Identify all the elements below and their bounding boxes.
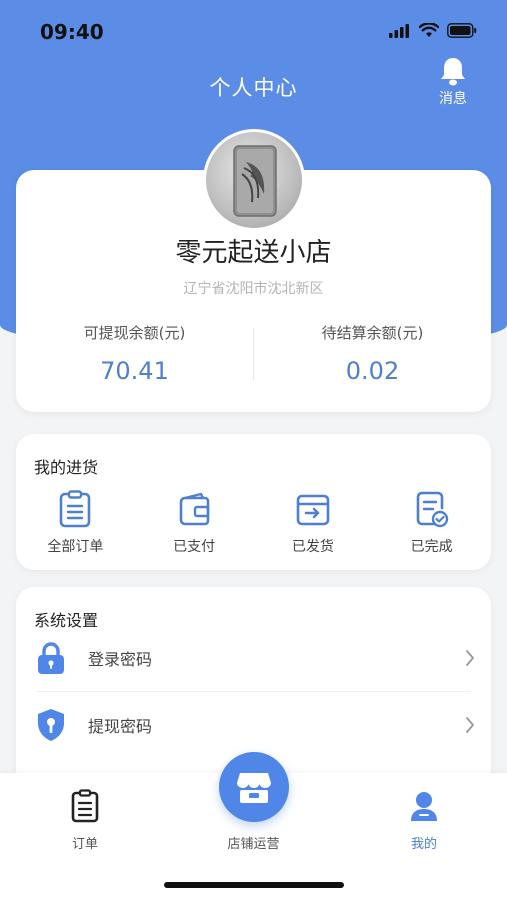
page-title: 个人中心 [209, 76, 298, 100]
avatar[interactable] [203, 129, 305, 231]
chevron-right-icon [466, 650, 474, 666]
setting-label: 登录密码 [88, 650, 153, 669]
order-label: 已支付 [173, 539, 216, 555]
purchase-card: 我的进货 全部订单 已支付 已发货 已完成 [16, 434, 491, 570]
bell-icon [441, 58, 465, 86]
tab-label: 店铺运营 [227, 837, 280, 852]
order-paid[interactable]: 已支付 [135, 490, 254, 556]
order-label: 全部订单 [47, 539, 104, 555]
store-icon [237, 773, 271, 803]
home-indicator [164, 882, 344, 888]
status-bar: 09:40 [0, 0, 507, 64]
setting-label: 提现密码 [88, 717, 153, 736]
message-label: 消息 [439, 91, 467, 107]
wifi-icon [419, 23, 439, 37]
order-completed[interactable]: 已完成 [372, 490, 491, 556]
signal-icon [389, 23, 409, 38]
balance-value: 70.41 [100, 357, 169, 385]
order-label: 已完成 [410, 539, 453, 555]
order-clipboard-icon [71, 789, 99, 823]
clipboard-list-icon [60, 490, 91, 528]
wallet-icon [179, 492, 210, 526]
withdrawable-balance[interactable]: 可提现余额(元) 70.41 [16, 322, 253, 385]
box-send-icon [296, 494, 330, 526]
status-icons [389, 23, 477, 38]
lock-icon [38, 642, 64, 674]
status-time: 09:40 [40, 20, 104, 44]
login-password-row[interactable]: 登录密码 [16, 625, 491, 691]
order-shipped[interactable]: 已发货 [254, 490, 373, 556]
message-button[interactable]: 消息 [433, 56, 473, 112]
order-all[interactable]: 全部订单 [16, 490, 135, 556]
battery-icon [447, 23, 477, 38]
shop-name: 零元起送小店 [175, 238, 332, 268]
shop-address: 辽宁省沈阳市沈北新区 [183, 281, 324, 297]
tab-store-operations[interactable] [219, 752, 289, 822]
purchase-items: 全部订单 已支付 已发货 已完成 [16, 490, 491, 556]
shield-key-icon [38, 709, 64, 741]
purchase-title: 我的进货 [34, 458, 99, 477]
user-icon [411, 792, 437, 821]
pending-balance[interactable]: 待结算余额(元) 0.02 [254, 322, 491, 385]
doc-check-icon [416, 491, 448, 528]
avatar-image [233, 145, 277, 217]
balance-label: 待结算余额(元) [321, 324, 424, 342]
balance-label: 可提现余额(元) [83, 324, 186, 342]
order-label: 已发货 [291, 539, 334, 555]
balance-value: 0.02 [345, 357, 400, 385]
chevron-right-icon [466, 717, 474, 733]
withdraw-password-row[interactable]: 提现密码 [16, 692, 491, 758]
